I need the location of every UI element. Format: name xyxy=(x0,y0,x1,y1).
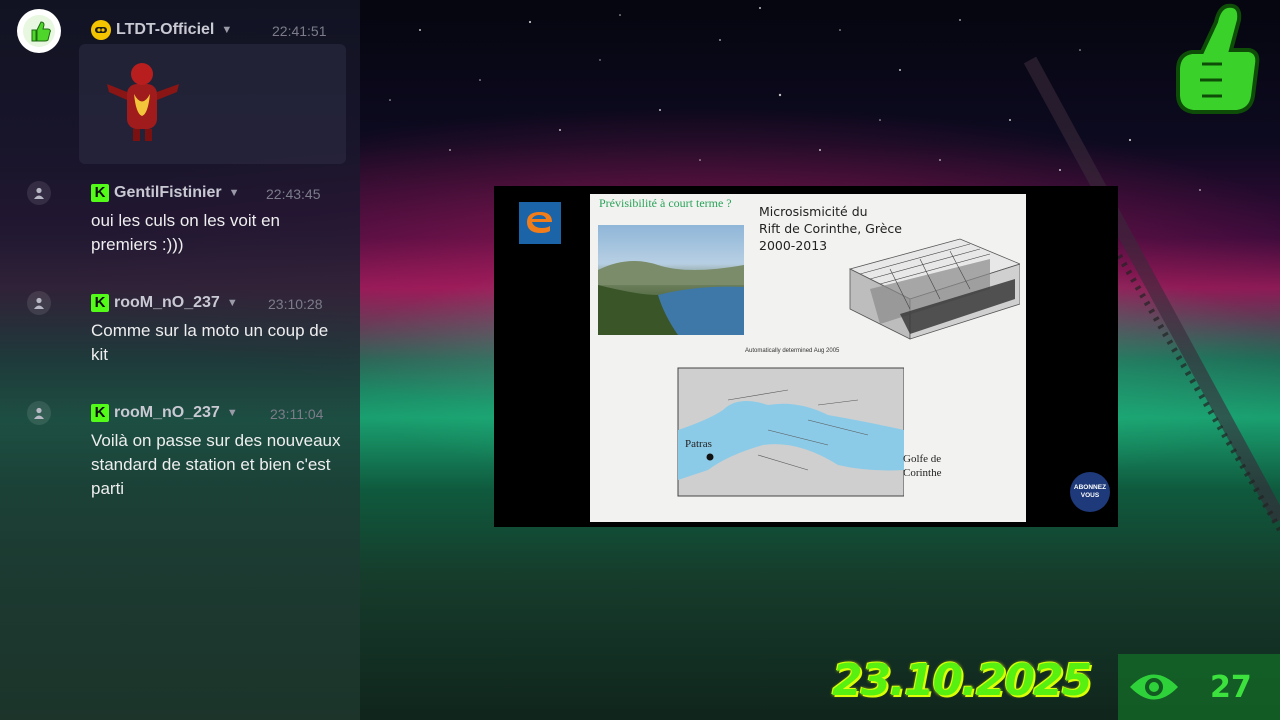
chat-panel: LTDT-Officiel ▼ 22:41:51 K GentilFistini… xyxy=(0,0,360,720)
message-time: 22:41:51 xyxy=(272,23,327,39)
chevron-down-icon[interactable]: ▼ xyxy=(221,24,232,36)
username[interactable]: GentilFistinier xyxy=(114,184,222,202)
message-time: 22:43:45 xyxy=(266,186,321,202)
seismicity-map xyxy=(677,367,904,497)
slide-title-line: Microsismicité du xyxy=(759,204,868,219)
coast-photo xyxy=(598,225,744,335)
user-icon[interactable] xyxy=(27,401,51,425)
eye-icon xyxy=(1130,674,1178,700)
subscribe-line: VOUS xyxy=(1080,492,1100,499)
subscriber-badge-icon xyxy=(91,20,111,40)
slide-page: Prévisibilité à court terme ? Microsismi… xyxy=(590,194,1026,522)
message-text: Comme sur la moto un coup de kit xyxy=(91,321,329,364)
message-header: LTDT-Officiel ▼ xyxy=(91,20,232,40)
message-header: K GentilFistinier ▼ xyxy=(91,184,239,202)
map-label-corinthe: Corinthe xyxy=(903,467,942,479)
subscribe-button[interactable]: ABONNEZ VOUS xyxy=(1070,472,1110,512)
message-header: K rooM_nO_237 ▼ xyxy=(91,294,238,312)
user-icon[interactable] xyxy=(27,291,51,315)
e-logo-icon xyxy=(519,202,561,244)
username[interactable]: LTDT-Officiel xyxy=(116,21,214,39)
fault-block-diagram xyxy=(848,238,1020,340)
emote-image xyxy=(79,44,346,164)
kick-badge-icon: K xyxy=(91,294,109,312)
viewer-count-box: 27 xyxy=(1118,654,1280,720)
user-icon[interactable] xyxy=(27,181,51,205)
kick-badge-icon: K xyxy=(91,184,109,202)
message-text: Voilà on passe sur des nouveaux standard… xyxy=(91,431,341,498)
username[interactable]: rooM_nO_237 xyxy=(114,404,220,422)
slide-heading: Prévisibilité à court terme ? xyxy=(599,196,732,210)
map-title: Automatically determined Aug 2005 xyxy=(745,348,840,354)
map-label-golfe: Golfe de xyxy=(903,453,942,465)
video-frame[interactable]: Prévisibilité à court terme ? Microsismi… xyxy=(494,186,1118,527)
subscribe-line: ABONNEZ xyxy=(1073,484,1107,491)
viewer-count: 27 xyxy=(1210,669,1252,705)
kick-badge-icon: K xyxy=(91,404,109,422)
message-header: K rooM_nO_237 ▼ xyxy=(91,404,238,422)
message-time: 23:10:28 xyxy=(268,296,323,312)
thumbs-up-icon xyxy=(23,15,55,47)
map-label-patras: Patras xyxy=(685,438,712,450)
chevron-down-icon[interactable]: ▼ xyxy=(227,297,238,309)
date-overlay: 23.10.2025 xyxy=(832,655,1092,706)
chevron-down-icon[interactable]: ▼ xyxy=(227,407,238,419)
chevron-down-icon[interactable]: ▼ xyxy=(229,187,240,199)
message-time: 23:11:04 xyxy=(270,406,324,422)
message-text: oui les culs on les voit en premiers :))… xyxy=(91,211,280,254)
channel-avatar[interactable] xyxy=(17,9,61,53)
thumbs-up-logo-icon xyxy=(1176,3,1260,114)
username[interactable]: rooM_nO_237 xyxy=(114,294,220,312)
